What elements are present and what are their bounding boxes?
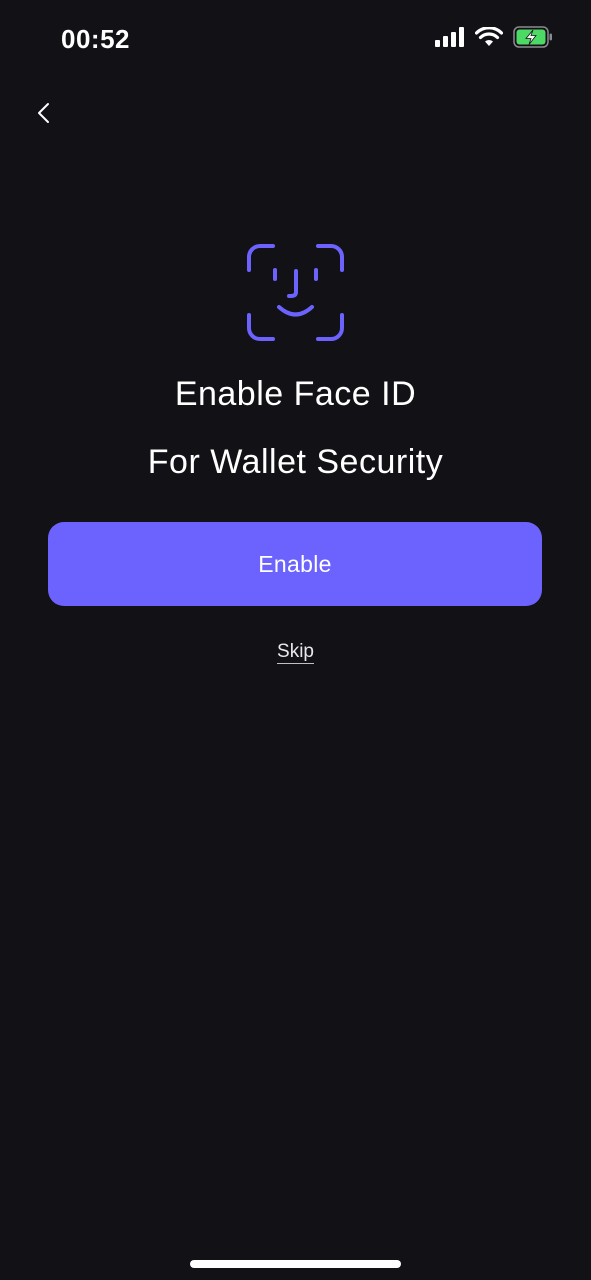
home-indicator[interactable] [190, 1260, 401, 1268]
face-id-icon [246, 243, 345, 342]
cellular-signal-icon [435, 26, 465, 52]
chevron-left-icon [35, 101, 51, 130]
skip-link-container: Skip [0, 641, 591, 664]
status-bar: 00:52 [0, 0, 591, 80]
status-icons [435, 25, 553, 53]
page-title: Enable Face ID [174, 375, 417, 413]
battery-charging-icon [513, 25, 553, 53]
status-time: 00:52 [61, 24, 130, 54]
back-button[interactable] [26, 98, 60, 132]
page-subtitle: For Wallet Security [147, 443, 444, 481]
skip-link[interactable]: Skip [277, 641, 314, 664]
wifi-icon [474, 25, 504, 52]
enable-button[interactable]: Enable [48, 522, 542, 606]
